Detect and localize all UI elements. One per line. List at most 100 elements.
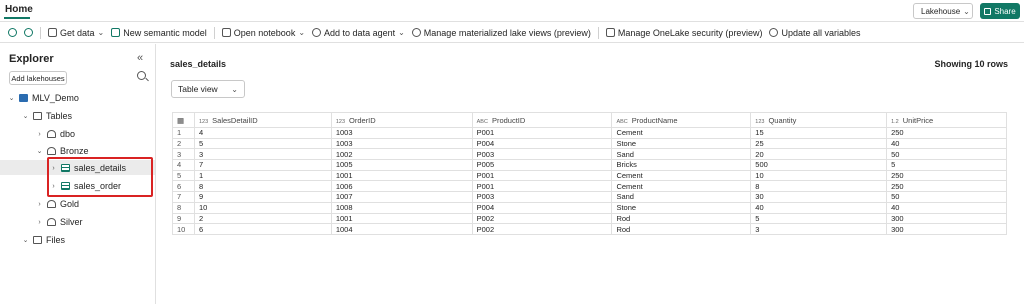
table-cell[interactable]: Stone <box>611 137 752 150</box>
column-header[interactable]: 123 OrderID <box>330 112 473 128</box>
tree-item-lakehouse[interactable]: ⌄ MLV_Demo <box>8 91 79 105</box>
table-cell[interactable]: 500 <box>750 159 888 171</box>
add-to-data-agent-button[interactable]: Add to data agent ⌄ <box>312 28 405 38</box>
settings-button[interactable] <box>24 28 33 37</box>
manage-onelake-security-button[interactable]: Manage OneLake security (preview) <box>605 28 762 38</box>
table-cell[interactable]: 5 <box>193 137 332 150</box>
chevron-right-icon[interactable]: › <box>36 219 43 226</box>
data-grid: ▦ 123 SalesDetailID 123 OrderID ABC Product… <box>172 112 1007 235</box>
table-cell[interactable]: 40 <box>750 201 888 214</box>
table-cell[interactable]: 1003 <box>330 127 473 139</box>
table-cell[interactable]: 1001 <box>330 169 473 182</box>
column-header[interactable]: ABC ProductName <box>611 112 752 128</box>
table-cell[interactable]: P001 <box>471 169 613 182</box>
table-cell[interactable]: Rod <box>611 212 752 225</box>
view-mode-label: Table view <box>178 84 218 94</box>
table-cell[interactable]: P004 <box>471 137 613 150</box>
table-cell[interactable]: 50 <box>886 148 1007 161</box>
table-cell[interactable]: Cement <box>611 169 752 182</box>
table-cell[interactable]: 10 <box>193 201 332 214</box>
table-cell[interactable]: Sand <box>611 148 752 161</box>
chevron-right-icon[interactable]: › <box>36 131 43 138</box>
column-header[interactable]: 123 SalesDetailID <box>193 112 332 128</box>
table-cell[interactable]: 10 <box>750 169 888 182</box>
table-cell[interactable]: 25 <box>750 137 888 150</box>
table-cell[interactable]: P001 <box>471 127 613 139</box>
search-icon[interactable] <box>137 71 146 80</box>
chevron-down-icon[interactable]: ⌄ <box>36 147 43 155</box>
table-cell[interactable]: 20 <box>750 148 888 161</box>
table-cell[interactable]: 1004 <box>330 223 473 235</box>
tree-item-files[interactable]: ⌄ Files <box>22 233 65 247</box>
table-cell[interactable]: 250 <box>886 180 1007 193</box>
table-cell[interactable]: 30 <box>750 191 888 203</box>
table-cell[interactable]: 2 <box>193 212 332 225</box>
view-mode-dropdown[interactable]: Table view ⌄ <box>171 80 245 98</box>
table-cell[interactable]: 3 <box>750 223 888 235</box>
table-cell[interactable]: 300 <box>886 212 1007 225</box>
table-cell[interactable]: 1 <box>193 169 332 182</box>
update-all-variables-button[interactable]: Update all variables <box>769 28 861 38</box>
table-cell[interactable]: 7 <box>193 159 332 171</box>
table-cell[interactable]: 4 <box>193 127 332 139</box>
table-cell[interactable]: Bricks <box>611 159 752 171</box>
collapse-pane-icon[interactable]: « <box>137 52 143 64</box>
table-cell[interactable]: 9 <box>193 191 332 203</box>
chevron-down-icon[interactable]: ⌄ <box>22 236 29 244</box>
schema-icon <box>47 200 56 208</box>
manage-lake-views-button[interactable]: Manage materialized lake views (preview) <box>411 28 591 38</box>
tree-item-tables[interactable]: ⌄ Tables <box>22 109 72 123</box>
table-cell[interactable]: 15 <box>750 127 888 139</box>
table-cell[interactable]: P002 <box>471 212 613 225</box>
table-cell[interactable]: P004 <box>471 201 613 214</box>
table-cell[interactable]: 5 <box>750 212 888 225</box>
table-cell[interactable]: 1008 <box>330 201 473 214</box>
table-cell[interactable]: P003 <box>471 148 613 161</box>
table-cell[interactable]: Sand <box>611 191 752 203</box>
table-cell[interactable]: P002 <box>471 223 613 235</box>
table-cell[interactable]: Cement <box>611 127 752 139</box>
select-all-cell[interactable]: ▦ <box>172 112 195 128</box>
table-cell[interactable]: Stone <box>611 201 752 214</box>
tree-item-bronze[interactable]: ⌄ Bronze <box>36 144 89 158</box>
table-cell[interactable]: 250 <box>886 169 1007 182</box>
table-cell[interactable]: 50 <box>886 191 1007 203</box>
tab-home[interactable]: Home <box>5 4 33 15</box>
column-header[interactable]: ABC ProductID <box>471 112 613 128</box>
table-cell[interactable]: 5 <box>886 159 1007 171</box>
table-cell[interactable]: 8 <box>750 180 888 193</box>
column-header[interactable]: 123 Quantity <box>750 112 888 128</box>
table-cell[interactable]: Rod <box>611 223 752 235</box>
get-data-button[interactable]: Get data ⌄ <box>48 28 104 38</box>
chevron-down-icon[interactable]: ⌄ <box>22 112 29 120</box>
table-cell[interactable]: 40 <box>886 201 1007 214</box>
table-cell[interactable]: 300 <box>886 223 1007 235</box>
table-cell[interactable]: 1001 <box>330 212 473 225</box>
refresh-button[interactable] <box>8 28 17 37</box>
table-cell[interactable]: P003 <box>471 191 613 203</box>
tree-item-silver[interactable]: › Silver <box>36 215 82 229</box>
table-cell[interactable]: 3 <box>193 148 332 161</box>
table-cell[interactable]: P005 <box>471 159 613 171</box>
new-semantic-model-button[interactable]: New semantic model <box>111 28 207 38</box>
table-cell[interactable]: 1003 <box>330 137 473 150</box>
table-cell[interactable]: 250 <box>886 127 1007 139</box>
lakehouse-dropdown[interactable]: Lakehouse ⌄ <box>913 3 973 19</box>
table-cell[interactable]: 1007 <box>330 191 473 203</box>
table-cell[interactable]: 40 <box>886 137 1007 150</box>
column-header[interactable]: 1.2 UnitPrice <box>886 112 1007 128</box>
table-cell[interactable]: 1005 <box>330 159 473 171</box>
table-cell[interactable]: P001 <box>471 180 613 193</box>
table-cell[interactable]: 1006 <box>330 180 473 193</box>
table-cell[interactable]: Cement <box>611 180 752 193</box>
table-cell[interactable]: 6 <box>193 223 332 235</box>
table-cell[interactable]: 1002 <box>330 148 473 161</box>
tree-item-dbo[interactable]: › dbo <box>36 127 75 141</box>
table-cell[interactable]: 8 <box>193 180 332 193</box>
add-lakehouses-button[interactable]: Add lakehouses <box>9 71 67 85</box>
tree-item-gold[interactable]: › Gold <box>36 197 79 211</box>
open-notebook-button[interactable]: Open notebook ⌄ <box>221 28 305 38</box>
share-button[interactable]: Share <box>980 3 1020 19</box>
chevron-right-icon[interactable]: › <box>36 201 43 208</box>
chevron-down-icon[interactable]: ⌄ <box>8 94 15 102</box>
